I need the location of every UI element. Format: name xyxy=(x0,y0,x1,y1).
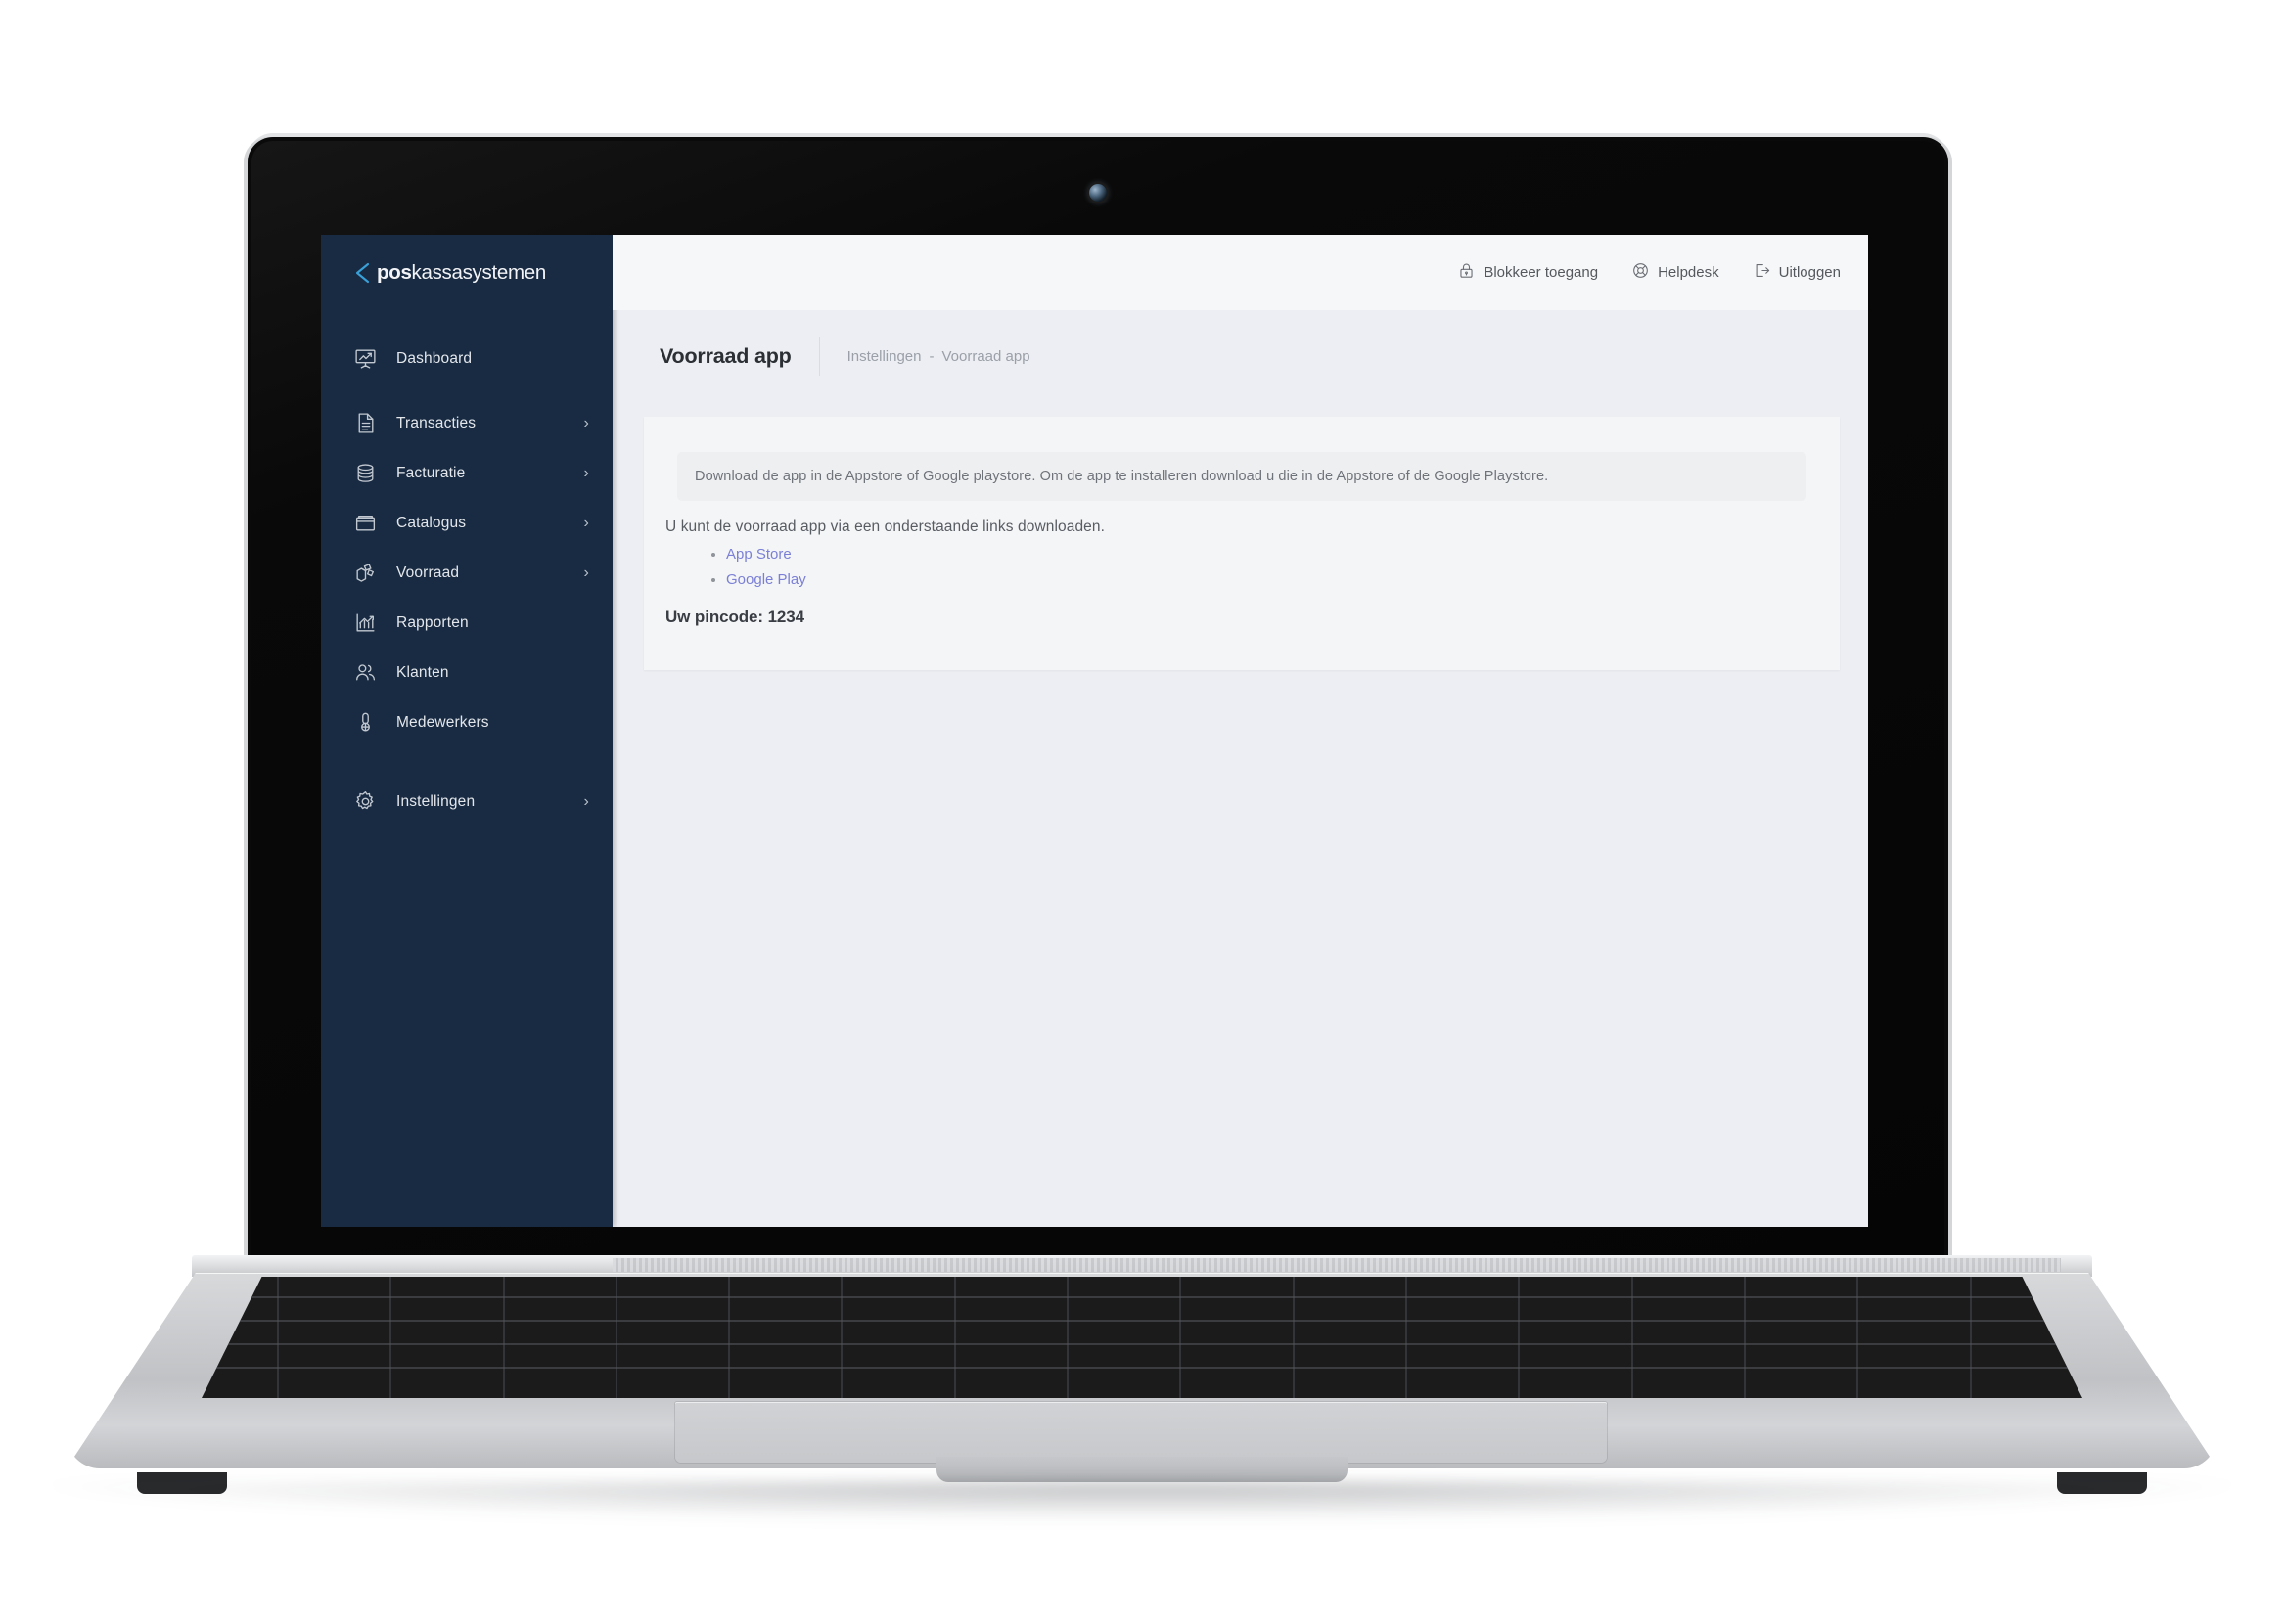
brand-name-bold: pos xyxy=(377,260,412,284)
brand-logo[interactable]: poskassasystemen xyxy=(321,235,613,310)
users-icon xyxy=(353,660,378,685)
sidebar-item-label: Rapporten xyxy=(396,613,469,631)
application-screen: poskassasystemen Dashboard Transacties ›… xyxy=(321,235,1868,1227)
sidebar-item-dashboard[interactable]: Dashboard xyxy=(321,334,613,383)
uitloggen-button[interactable]: Uitloggen xyxy=(1753,261,1841,284)
sidebar-item-medewerkers[interactable]: Medewerkers xyxy=(321,698,613,747)
employee-badge-icon xyxy=(353,710,378,735)
sidebar-item-label: Dashboard xyxy=(396,349,473,367)
google-play-link[interactable]: Google Play xyxy=(726,571,806,588)
bar-chart-arrow-icon xyxy=(353,610,378,635)
breadcrumb-separator: - xyxy=(929,347,935,365)
chevron-right-icon: › xyxy=(583,514,589,531)
app-store-link[interactable]: App Store xyxy=(726,546,792,563)
coins-stack-icon xyxy=(353,461,378,485)
folder-box-icon xyxy=(353,511,378,535)
brand-name-light: kassasystemen xyxy=(411,260,547,284)
lid-notch xyxy=(936,1457,1348,1482)
chevron-right-icon: › xyxy=(583,792,589,810)
gear-icon xyxy=(353,789,378,814)
pincode-text: Uw pincode: 1234 xyxy=(665,608,804,626)
top-bar: Blokkeer toegang Helpdesk Uitloggen xyxy=(613,235,1868,310)
intro-text: U kunt de voorraad app via een onderstaa… xyxy=(665,519,1106,535)
document-icon xyxy=(353,411,378,435)
lock-icon xyxy=(1457,261,1484,284)
list-item: App Store xyxy=(726,542,806,567)
logout-icon xyxy=(1753,261,1779,284)
sidebar-item-transacties[interactable]: Transacties › xyxy=(321,398,613,448)
download-links-list: App Store Google Play xyxy=(705,542,806,593)
helpdesk-label: Helpdesk xyxy=(1658,264,1719,281)
open-box-icon xyxy=(353,561,378,585)
sidebar-item-label: Instellingen xyxy=(396,792,476,810)
header-divider xyxy=(818,337,820,376)
lifebuoy-icon xyxy=(1631,261,1658,284)
laptop-mockup-scene: poskassasystemen Dashboard Transacties ›… xyxy=(0,0,2284,1624)
chevron-right-icon: › xyxy=(583,464,589,481)
chevron-left-diamond-logo-icon xyxy=(353,262,371,284)
breadcrumb: Instellingen - Voorraad app xyxy=(847,348,1030,365)
info-alert: Download de app in de Appstore of Google… xyxy=(677,452,1806,501)
keyboard xyxy=(202,1277,2082,1398)
content-card: Download de app in de Appstore of Google… xyxy=(644,417,1840,670)
sidebar-item-catalogus[interactable]: Catalogus › xyxy=(321,498,613,548)
sidebar-item-voorraad[interactable]: Voorraad › xyxy=(321,548,613,598)
sidebar: poskassasystemen Dashboard Transacties ›… xyxy=(321,235,613,1227)
info-alert-text: Download de app in de Appstore of Google… xyxy=(695,469,1549,484)
trackpad[interactable] xyxy=(675,1402,1607,1463)
helpdesk-button[interactable]: Helpdesk xyxy=(1631,261,1719,284)
chevron-right-icon: › xyxy=(583,414,589,431)
brand-name: poskassasystemen xyxy=(377,261,546,285)
laptop-base xyxy=(0,1255,2284,1521)
sidebar-item-label: Transacties xyxy=(396,414,477,431)
sidebar-item-label: Facturatie xyxy=(396,464,466,481)
sidebar-item-label: Medewerkers xyxy=(396,713,489,731)
blokkeer-toegang-button[interactable]: Blokkeer toegang xyxy=(1457,261,1598,284)
breadcrumb-current: Voorraad app xyxy=(941,347,1030,365)
sidebar-nav: Dashboard Transacties › Facturatie › Cat… xyxy=(321,334,613,827)
page-header: Voorraad app Instellingen - Voorraad app xyxy=(613,310,1868,402)
uitloggen-label: Uitloggen xyxy=(1778,264,1841,281)
sidebar-item-instellingen[interactable]: Instellingen › xyxy=(321,777,613,827)
chevron-right-icon: › xyxy=(583,564,589,581)
sidebar-item-label: Catalogus xyxy=(396,514,467,531)
blokkeer-toegang-label: Blokkeer toegang xyxy=(1484,264,1599,281)
hinge-vent xyxy=(613,1258,2061,1272)
sidebar-item-facturatie[interactable]: Facturatie › xyxy=(321,448,613,498)
drop-shadow xyxy=(46,1482,2238,1521)
list-item: Google Play xyxy=(726,567,806,593)
sidebar-item-label: Voorraad xyxy=(396,564,460,581)
page-title: Voorraad app xyxy=(660,343,792,368)
sidebar-item-klanten[interactable]: Klanten xyxy=(321,648,613,698)
sidebar-item-label: Klanten xyxy=(396,663,449,681)
webcam-icon xyxy=(1089,184,1107,202)
presentation-chart-icon xyxy=(353,346,378,371)
sidebar-item-rapporten[interactable]: Rapporten xyxy=(321,598,613,648)
breadcrumb-parent[interactable]: Instellingen xyxy=(847,348,922,365)
